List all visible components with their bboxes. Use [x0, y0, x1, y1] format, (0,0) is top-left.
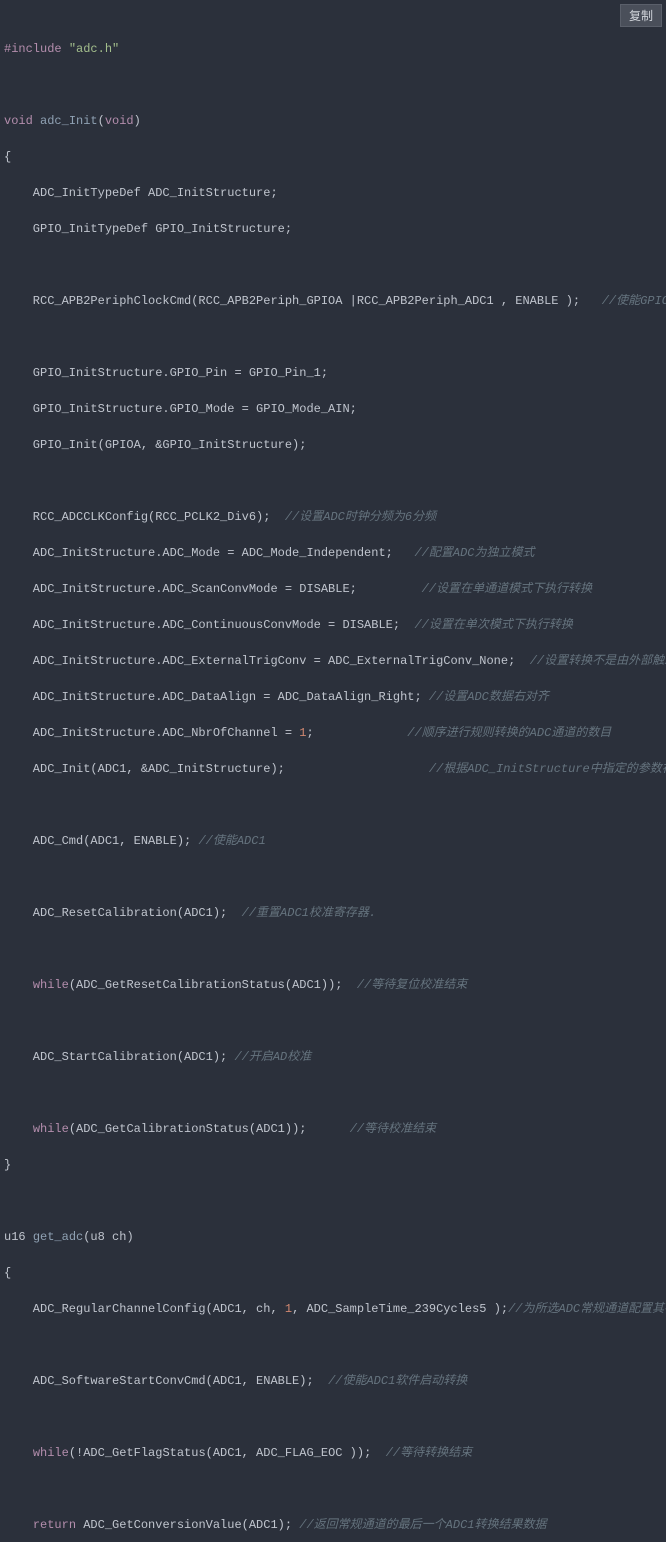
code-line: ADC_InitStructure.ADC_ExternalTrigConv =… — [4, 652, 662, 670]
code-line: ADC_StartCalibration(ADC1); //开启AD校准 — [4, 1048, 662, 1066]
comment: //配置ADC为独立模式 — [414, 546, 534, 560]
comment: //设置在单次模式下执行转换 — [414, 618, 572, 632]
comment: //使能ADC1软件启动转换 — [328, 1374, 467, 1388]
code-line: ADC_ResetCalibration(ADC1); //重置ADC1校准寄存… — [4, 904, 662, 922]
comment: //设置ADC数据右对齐 — [429, 690, 549, 704]
code-line: ADC_InitStructure.ADC_Mode = ADC_Mode_In… — [4, 544, 662, 562]
function-name: adc_Init — [40, 114, 98, 128]
code-line — [4, 1012, 662, 1030]
code-line: void adc_Init(void) — [4, 112, 662, 130]
code-line — [4, 328, 662, 346]
code-line: } — [4, 1156, 662, 1174]
code-line: GPIO_InitStructure.GPIO_Mode = GPIO_Mode… — [4, 400, 662, 418]
code-line: #include "adc.h" — [4, 40, 662, 58]
code-line — [4, 1192, 662, 1210]
comment: //设置在单通道模式下执行转换 — [422, 582, 592, 596]
code-line: GPIO_Init(GPIOA, &GPIO_InitStructure); — [4, 436, 662, 454]
code-line: ADC_Init(ADC1, &ADC_InitStructure); //根据… — [4, 760, 662, 778]
preproc: #include — [4, 42, 62, 56]
comment: //为所选ADC常规通道配置其在序列器中的相应 — [508, 1302, 666, 1316]
comment: //使能GPIOA时钟和ADC — [602, 294, 666, 308]
string: "adc.h" — [69, 42, 119, 56]
code-line — [4, 1084, 662, 1102]
code-line — [4, 472, 662, 490]
code-line: ADC_Cmd(ADC1, ENABLE); //使能ADC1 — [4, 832, 662, 850]
code-line — [4, 868, 662, 886]
code-line: GPIO_InitTypeDef GPIO_InitStructure; — [4, 220, 662, 238]
code-line: GPIO_InitStructure.GPIO_Pin = GPIO_Pin_1… — [4, 364, 662, 382]
comment: //根据ADC_InitStructure中指定的参数初始化ADC1寄存器 — [429, 762, 666, 776]
comment: //等待转换结束 — [386, 1446, 472, 1460]
function-name: get_adc — [33, 1230, 83, 1244]
code-line: { — [4, 1264, 662, 1282]
code-line: ADC_InitTypeDef ADC_InitStructure; — [4, 184, 662, 202]
code-line: while(!ADC_GetFlagStatus(ADC1, ADC_FLAG_… — [4, 1444, 662, 1462]
code-block: 复制 #include "adc.h" void adc_Init(void) … — [0, 0, 666, 1542]
code-line — [4, 1336, 662, 1354]
code-line: ADC_InitStructure.ADC_ScanConvMode = DIS… — [4, 580, 662, 598]
code-line — [4, 256, 662, 274]
code-line: ADC_RegularChannelConfig(ADC1, ch, 1, AD… — [4, 1300, 662, 1318]
code-line: ADC_InitStructure.ADC_ContinuousConvMode… — [4, 616, 662, 634]
keyword: void — [105, 114, 134, 128]
keyword: while — [33, 1446, 69, 1460]
comment: //等待校准结束 — [350, 1122, 436, 1136]
comment: //设置ADC时钟分频为6分频 — [285, 510, 436, 524]
keyword: void — [4, 114, 33, 128]
code-line — [4, 1480, 662, 1498]
comment: //开启AD校准 — [234, 1050, 311, 1064]
code-line: ADC_SoftwareStartConvCmd(ADC1, ENABLE); … — [4, 1372, 662, 1390]
code-line: return ADC_GetConversionValue(ADC1); //返… — [4, 1516, 662, 1534]
code-line: ADC_InitStructure.ADC_NbrOfChannel = 1; … — [4, 724, 662, 742]
comment: //顺序进行规则转换的ADC通道的数目 — [407, 726, 611, 740]
number: 1 — [285, 1302, 292, 1316]
comment: //返回常规通道的最后一个ADC1转换结果数据 — [299, 1518, 546, 1532]
code-line: RCC_APB2PeriphClockCmd(RCC_APB2Periph_GP… — [4, 292, 662, 310]
code-line: while(ADC_GetCalibrationStatus(ADC1)); /… — [4, 1120, 662, 1138]
code-line: ADC_InitStructure.ADC_DataAlign = ADC_Da… — [4, 688, 662, 706]
comment: //重置ADC1校准寄存器. — [242, 906, 376, 920]
keyword: while — [33, 978, 69, 992]
code-line: RCC_ADCCLKConfig(RCC_PCLK2_Div6); //设置AD… — [4, 508, 662, 526]
comment: //设置转换不是由外部触发启动 — [530, 654, 666, 668]
copy-button[interactable]: 复制 — [620, 4, 662, 27]
keyword: return — [33, 1518, 76, 1532]
code-line: { — [4, 148, 662, 166]
code-line: while(ADC_GetResetCalibrationStatus(ADC1… — [4, 976, 662, 994]
code-line — [4, 1408, 662, 1426]
code-line — [4, 796, 662, 814]
comment: //使能ADC1 — [198, 834, 265, 848]
code-line — [4, 940, 662, 958]
comment: //等待复位校准结束 — [357, 978, 467, 992]
code-line: u16 get_adc(u8 ch) — [4, 1228, 662, 1246]
code-line — [4, 76, 662, 94]
keyword: while — [33, 1122, 69, 1136]
